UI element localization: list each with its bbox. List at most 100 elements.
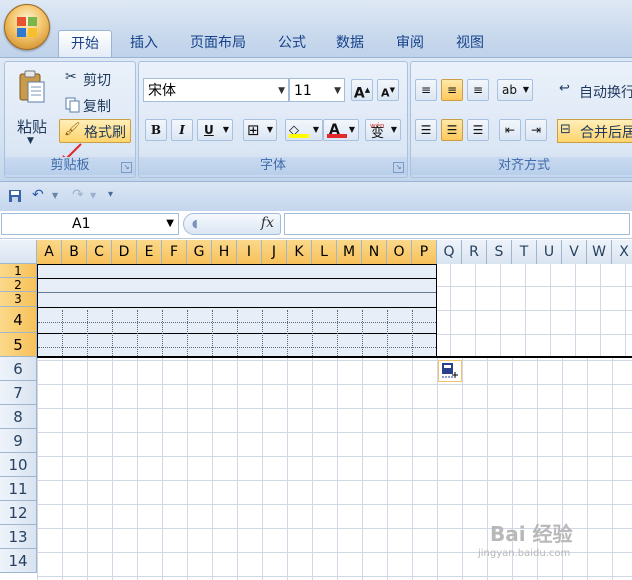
row-header[interactable]: 7 [0,381,37,405]
row-header[interactable]: 8 [0,405,37,429]
column-header[interactable]: B [62,240,87,264]
font-color-button[interactable]: A ▼ [323,119,359,141]
tab-data[interactable]: 数据 [326,30,374,56]
column-header[interactable]: N [362,240,387,264]
wrap-text-button[interactable]: ↩ 自动换行 [557,79,632,103]
align-middle-button[interactable]: ≡ [441,79,463,101]
column-header[interactable]: J [262,240,287,264]
column-header[interactable]: C [87,240,112,264]
insert-function-icon[interactable]: fx [261,215,274,231]
tab-page-layout[interactable]: 页面布局 [180,30,256,56]
tab-formulas[interactable]: 公式 [268,30,316,56]
align-top-button[interactable]: ≡ [415,79,437,101]
paste-options-button[interactable] [438,360,462,382]
align-left-button[interactable]: ☰ [415,119,437,141]
column-header[interactable]: F [162,240,187,264]
orientation-button[interactable]: ab ▼ [497,79,533,101]
row-header[interactable]: 12 [0,501,37,525]
chevron-down-icon: ▼ [348,125,355,134]
customize-toolbar-icon[interactable]: ▾ [108,189,113,200]
font-name-value: 宋体 [148,83,176,99]
row-header[interactable]: 2 [0,278,37,292]
font-name-combo[interactable]: 宋体 ▼ [143,78,289,102]
underline-button[interactable]: U ▼ [197,119,233,141]
column-header[interactable]: W [587,240,612,264]
tab-insert[interactable]: 插入 [120,30,168,56]
column-header[interactable]: S [487,240,512,264]
copy-label: 复制 [83,99,111,115]
clipboard-group: 粘贴 ▼ ✂ 剪切 复制 🖌 格式刷 剪贴板 ↘ [4,61,136,178]
save-icon[interactable] [8,189,22,203]
column-header[interactable]: O [387,240,412,264]
column-header[interactable]: V [562,240,587,264]
chevron-down-icon[interactable]: ▼ [166,214,174,234]
copy-button[interactable]: 复制 [63,94,133,116]
office-button[interactable] [4,4,50,50]
italic-button[interactable]: I [171,119,193,141]
cut-button[interactable]: ✂ 剪切 [63,68,133,90]
merge-center-button[interactable]: ⊟ 合并后居 [557,119,632,143]
row-header[interactable]: 9 [0,429,37,453]
column-header[interactable]: U [537,240,562,264]
column-header[interactable]: R [462,240,487,264]
column-header[interactable]: P [412,240,437,264]
undo-icon[interactable]: ↶ [32,187,44,203]
column-header[interactable]: X [612,240,632,264]
font-size-combo[interactable]: 11 ▼ [289,78,345,102]
chevron-down-icon[interactable]: ▼ [52,191,58,200]
column-header[interactable]: I [237,240,262,264]
column-header[interactable]: G [187,240,212,264]
column-header[interactable]: A [37,240,62,264]
row-header[interactable]: 14 [0,549,37,573]
grow-font-button[interactable]: A▲ [351,79,373,102]
column-header[interactable]: K [287,240,312,264]
chevron-down-icon[interactable]: ▼ [90,191,96,200]
tab-review[interactable]: 审阅 [386,30,434,56]
align-bottom-icon: ≡ [472,83,484,97]
clipboard-launcher-icon[interactable]: ↘ [121,162,132,173]
unselected-cells-right[interactable] [437,264,632,357]
column-header[interactable]: D [112,240,137,264]
select-all-corner[interactable] [0,240,37,264]
column-header[interactable]: T [512,240,537,264]
row-header[interactable]: 6 [0,357,37,381]
tab-home[interactable]: 开始 [58,30,112,57]
paste-button[interactable]: 粘贴 ▼ [9,66,55,150]
align-bottom-button[interactable]: ≡ [467,79,489,101]
formula-input[interactable] [284,213,630,235]
tab-view[interactable]: 视图 [446,30,494,56]
align-right-button[interactable]: ☰ [467,119,489,141]
row-header[interactable]: 3 [0,292,37,307]
column-header[interactable]: M [337,240,362,264]
row-header[interactable]: 5 [0,333,37,357]
row-header[interactable]: 13 [0,525,37,549]
row-header[interactable]: 10 [0,453,37,477]
redo-icon[interactable]: ↷ [72,187,84,203]
name-box[interactable]: A1 ▼ [1,213,179,235]
fill-color-button[interactable]: ◇ ▼ [285,119,323,141]
column-header[interactable]: H [212,240,237,264]
column-header[interactable]: E [137,240,162,264]
wrap-text-label: 自动换行 [579,85,632,101]
dotted-gridline [262,310,263,356]
bold-button[interactable]: B [145,119,167,141]
font-launcher-icon[interactable]: ↘ [393,162,404,173]
align-center-button[interactable]: ☰ [441,119,463,141]
borders-button[interactable]: ⊞ ▼ [243,119,277,141]
decrease-indent-button[interactable]: ⇤ [499,119,521,141]
column-header[interactable]: L [312,240,337,264]
column-header[interactable]: Q [437,240,462,264]
expand-icon[interactable]: ◖ [192,217,198,230]
phonetic-button[interactable]: wén 变 ▼ [365,119,401,141]
scissors-icon: ✂ [65,69,77,85]
increase-indent-button[interactable]: ⇥ [525,119,547,141]
row-header[interactable]: 4 [0,307,37,333]
row-header[interactable]: 11 [0,477,37,501]
row-border [38,278,436,279]
shrink-font-button[interactable]: A▼ [377,79,399,101]
row-header[interactable]: 1 [0,264,37,278]
format-painter-button[interactable]: 🖌 格式刷 [59,119,131,143]
selected-range[interactable] [37,264,437,357]
shrink-font-label: A [381,86,390,100]
paste-options-icon [442,363,458,378]
